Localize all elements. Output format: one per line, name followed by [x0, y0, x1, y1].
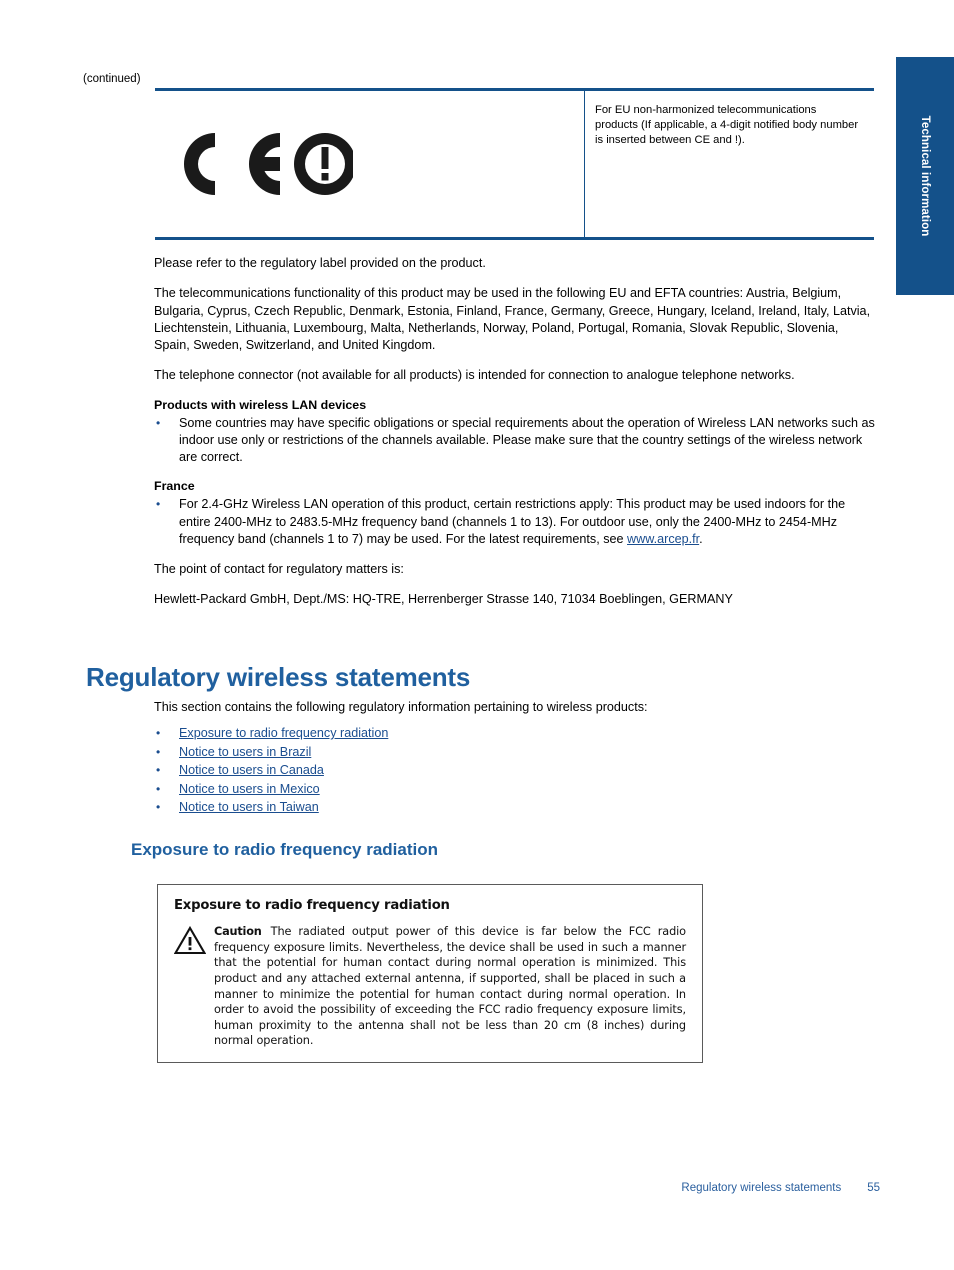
- bullet-france-text: For 2.4-GHz Wireless LAN operation of th…: [179, 496, 876, 548]
- ce-mark-with-alert-icon: [163, 129, 356, 204]
- bullet-dot-icon: •: [156, 415, 161, 430]
- toc-link-brazil[interactable]: Notice to users in Brazil: [179, 745, 311, 759]
- ce-mark-table: For EU non-harmonized telecommunications…: [155, 88, 874, 240]
- caution-box-title: Exposure to radio frequency radiation: [174, 898, 450, 913]
- bullet-dot-icon: •: [156, 800, 161, 815]
- bullet-france-text-pre: For 2.4-GHz Wireless LAN operation of th…: [179, 497, 846, 546]
- page-title: Regulatory wireless statements: [86, 662, 471, 692]
- caution-body-text: The radiated output power of this device…: [214, 925, 686, 1048]
- bullet-dot-icon: •: [156, 744, 161, 759]
- page-root: Technical information (continued) For EU…: [0, 0, 954, 1270]
- ce-mark-cell: [155, 91, 584, 237]
- heading-wireless-lan-devices: Products with wireless LAN devices: [154, 397, 367, 412]
- bullet-dot-icon: •: [156, 497, 161, 512]
- footer-section-name: Regulatory wireless statements: [681, 1182, 842, 1194]
- chapter-side-tab-label: Technical information: [919, 115, 931, 237]
- caution-lead-word: Caution: [214, 925, 262, 938]
- toc-link-mexico[interactable]: Notice to users in Mexico: [179, 782, 320, 796]
- bullet-dot-icon: •: [156, 726, 161, 741]
- toc-link-taiwan[interactable]: Notice to users in Taiwan: [179, 800, 319, 814]
- bullet-dot-icon: •: [156, 781, 161, 796]
- continued-label: (continued): [83, 73, 141, 85]
- body-text-column: Please refer to the regulatory label pro…: [154, 255, 876, 622]
- bullet-france: • For 2.4-GHz Wireless LAN operation of …: [154, 496, 876, 548]
- footer-page-number: 55: [867, 1182, 880, 1194]
- caution-callout-box: Exposure to radio frequency radiation Ca…: [157, 884, 703, 1063]
- link-arcep[interactable]: www.arcep.fr: [627, 532, 699, 546]
- paragraph-eu-efta-countries: The telecommunications functionality of …: [154, 286, 871, 352]
- bullet-wireless-lan-text: Some countries may have specific obligat…: [179, 415, 875, 465]
- caution-box-text: Caution The radiated output power of this…: [214, 924, 686, 1049]
- toc-item-canada[interactable]: • Notice to users in Canada: [154, 763, 876, 777]
- section-subtitle: Exposure to radio frequency radiation: [131, 840, 439, 859]
- toc-item-brazil[interactable]: • Notice to users in Brazil: [154, 745, 876, 759]
- ce-mark-note-cell: For EU non-harmonized telecommunications…: [584, 91, 874, 237]
- toc-link-exposure[interactable]: Exposure to radio frequency radiation: [179, 726, 388, 740]
- toc-item-exposure[interactable]: • Exposure to radio frequency radiation: [154, 726, 876, 740]
- chapter-side-tab: Technical information: [896, 57, 954, 295]
- toc-intro-text: This section contains the following regu…: [154, 700, 648, 714]
- toc-link-canada[interactable]: Notice to users in Canada: [179, 763, 324, 777]
- heading-france: France: [154, 479, 195, 494]
- paragraph-telephone-connector: The telephone connector (not available f…: [154, 368, 795, 383]
- toc-item-taiwan[interactable]: • Notice to users in Taiwan: [154, 800, 876, 814]
- bullet-dot-icon: •: [156, 763, 161, 778]
- paragraph-hp-address: Hewlett-Packard GmbH, Dept./MS: HQ-TRE, …: [154, 592, 733, 607]
- warning-triangle-icon: [173, 924, 214, 960]
- section-toc: This section contains the following regu…: [154, 699, 876, 819]
- toc-item-mexico[interactable]: • Notice to users in Mexico: [154, 782, 876, 796]
- paragraph-regulatory-label: Please refer to the regulatory label pro…: [154, 256, 486, 270]
- bullet-france-text-post: .: [699, 531, 703, 546]
- bullet-wireless-lan: • Some countries may have specific oblig…: [154, 415, 876, 467]
- paragraph-contact-point: The point of contact for regulatory matt…: [154, 562, 404, 576]
- page-footer: Regulatory wireless statements 55: [0, 1182, 954, 1194]
